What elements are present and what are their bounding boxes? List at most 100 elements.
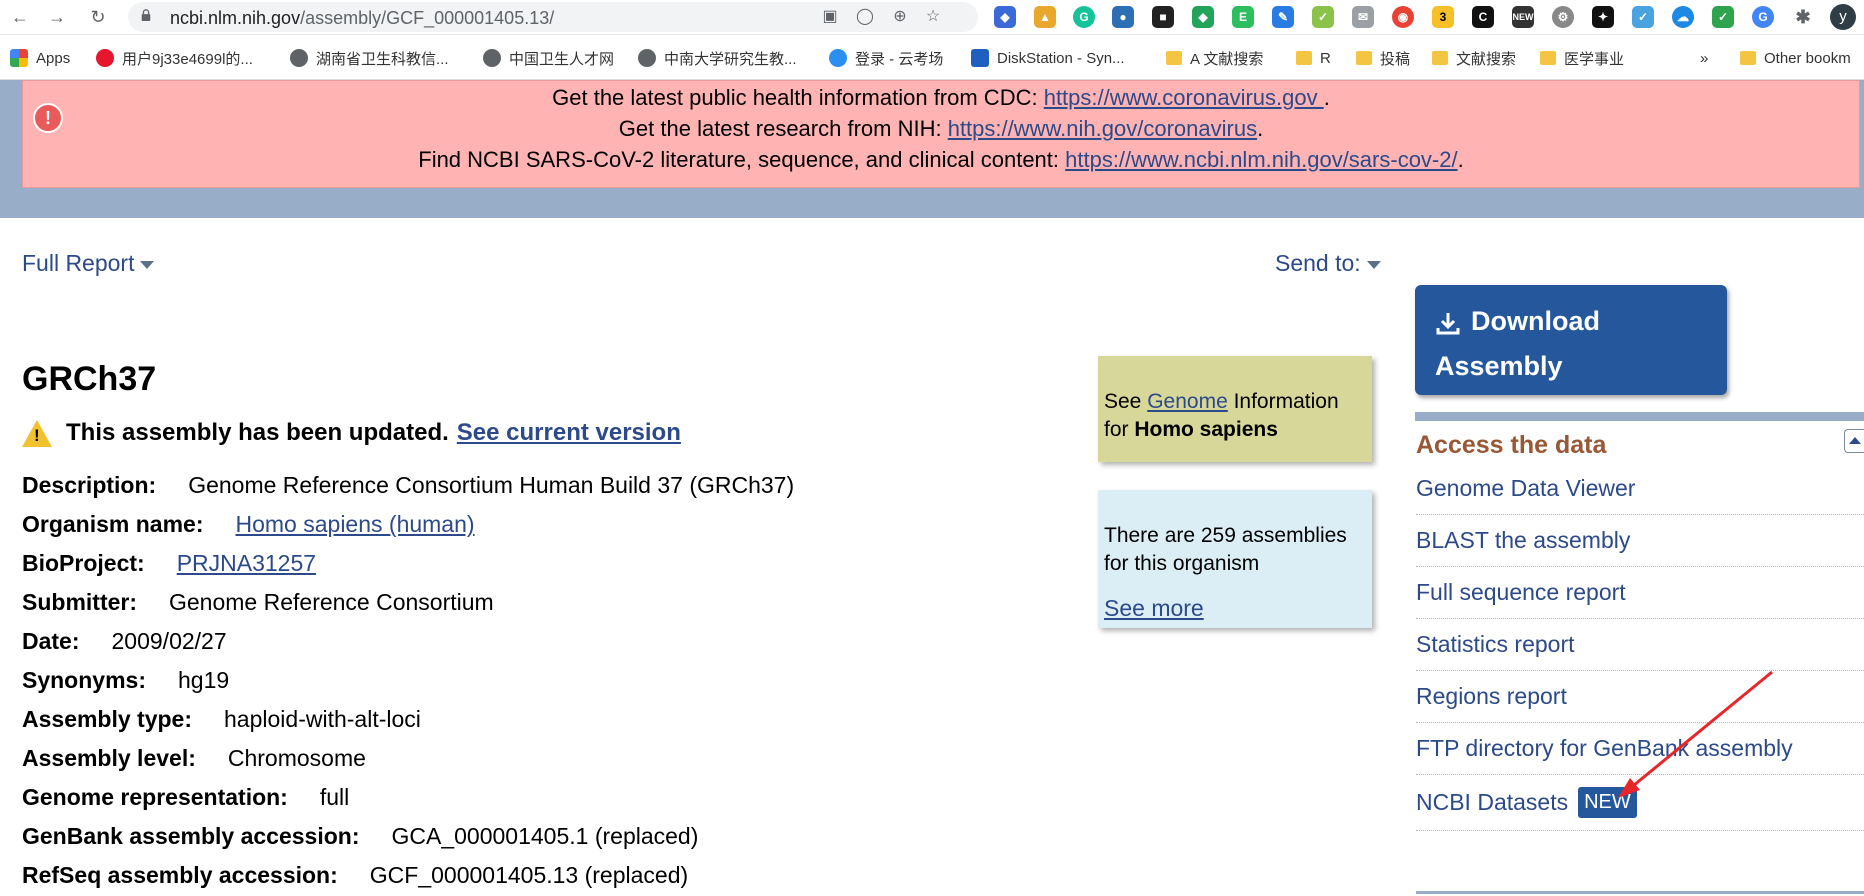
bookmarks-overflow-icon[interactable]: » bbox=[1700, 47, 1708, 69]
cloud-icon bbox=[829, 49, 847, 67]
bookmark-item[interactable]: 中国卫生人才网 bbox=[483, 47, 614, 69]
warning-icon: ! bbox=[22, 419, 52, 447]
folder-icon bbox=[1356, 51, 1372, 65]
new-badge: NEW bbox=[1578, 787, 1637, 818]
link-full-sequence-report[interactable]: Full sequence report bbox=[1416, 567, 1864, 619]
extension-icon[interactable]: ⚙ bbox=[1552, 6, 1574, 28]
report-format-dropdown[interactable]: Full Report bbox=[22, 250, 155, 277]
address-bar[interactable]: ncbi.nlm.nih.gov/assembly/GCF_000001405.… bbox=[128, 2, 978, 32]
organism-link[interactable]: Homo sapiens (human) bbox=[236, 511, 475, 538]
avatar[interactable]: y bbox=[1830, 4, 1856, 30]
collapse-button[interactable] bbox=[1844, 429, 1864, 453]
field-synonyms: Synonyms: hg19 bbox=[22, 667, 230, 693]
bookmark-folder[interactable]: 投稿 bbox=[1356, 47, 1410, 69]
extension-icon[interactable]: 3 bbox=[1432, 6, 1454, 28]
link-ftp-genbank[interactable]: FTP directory for GenBank assembly bbox=[1416, 723, 1864, 775]
bookmark-item[interactable]: 用户9j33e4699l的... bbox=[96, 47, 253, 69]
link-genome-data-viewer[interactable]: Genome Data Viewer bbox=[1416, 463, 1864, 515]
cast-icon[interactable]: ▣ bbox=[820, 7, 840, 27]
update-notice-text: This assembly has been updated. bbox=[66, 419, 449, 446]
bookmark-folder[interactable]: 文献搜索 bbox=[1432, 47, 1516, 69]
bookmark-folder[interactable]: R bbox=[1296, 47, 1331, 69]
sidebar-divider bbox=[1415, 412, 1864, 421]
chrome-icon[interactable]: ◉ bbox=[1392, 6, 1414, 28]
chevron-down-icon bbox=[140, 260, 155, 269]
extension-icon[interactable]: ▲ bbox=[1034, 6, 1056, 28]
update-notice: ! This assembly has been updated. See cu… bbox=[22, 415, 681, 451]
alert-line-nih: Get the latest research from NIH: https:… bbox=[618, 116, 1264, 141]
genome-info-line2: for Homo sapiens bbox=[1104, 418, 1278, 441]
extension-icon[interactable]: ✓ bbox=[1632, 6, 1654, 28]
field-organism: Organism name: Homo sapiens (human) bbox=[22, 511, 475, 538]
bioproject-link[interactable]: PRJNA31257 bbox=[177, 550, 316, 577]
genome-info-box: See Genome Information for Homo sapiens bbox=[1098, 356, 1372, 462]
field-bioproject: BioProject: PRJNA31257 bbox=[22, 550, 317, 577]
genome-link[interactable]: Genome bbox=[1147, 390, 1228, 413]
field-assembly-type: Assembly type: haploid-with-alt-loci bbox=[22, 706, 421, 732]
field-description: Description: Genome Reference Consortium … bbox=[22, 472, 795, 498]
bookmark-item[interactable]: DiskStation - Syn... bbox=[971, 47, 1125, 69]
link-statistics-report[interactable]: Statistics report bbox=[1416, 619, 1864, 671]
assemblies-count-text: There are 259 assemblies for this organi… bbox=[1104, 524, 1347, 575]
extension-icon[interactable]: ◆ bbox=[994, 6, 1016, 28]
back-icon[interactable]: ← bbox=[8, 5, 32, 29]
globe-icon bbox=[290, 49, 308, 67]
bookmark-other[interactable]: Other bookm bbox=[1740, 47, 1851, 69]
cdc-link[interactable]: https://www.coronavirus.gov bbox=[1044, 85, 1324, 110]
link-blast-assembly[interactable]: BLAST the assembly bbox=[1416, 515, 1864, 567]
bookmark-apps[interactable]: Apps bbox=[10, 47, 70, 69]
extension-icon[interactable]: ● bbox=[1112, 6, 1134, 28]
extension-icon[interactable]: ◆ bbox=[1192, 6, 1214, 28]
shield-icon[interactable]: ✓ bbox=[1712, 6, 1734, 28]
alert-line-ncbi: Find NCBI SARS-CoV-2 literature, sequenc… bbox=[418, 147, 1464, 172]
download-assembly-button[interactable]: Download Assembly bbox=[1415, 285, 1727, 395]
url-text: ncbi.nlm.nih.gov/assembly/GCF_000001405.… bbox=[170, 8, 555, 28]
translate-icon[interactable]: ◯ bbox=[855, 7, 875, 27]
weibo-icon bbox=[96, 49, 114, 67]
extension-icon[interactable]: ✎ bbox=[1272, 6, 1294, 28]
access-data-links: Genome Data Viewer BLAST the assembly Fu… bbox=[1416, 463, 1864, 831]
assembly-details: Description: Genome Reference Consortium … bbox=[22, 466, 794, 895]
puzzle-icon[interactable]: ✱ bbox=[1792, 6, 1814, 28]
lock-icon bbox=[141, 9, 151, 21]
reload-icon[interactable]: ↻ bbox=[86, 5, 110, 29]
folder-icon bbox=[1166, 51, 1182, 65]
folder-icon bbox=[1540, 51, 1556, 65]
evernote-icon[interactable]: E bbox=[1232, 6, 1254, 28]
grammarly-icon[interactable]: G bbox=[1073, 6, 1095, 28]
access-data-heading: Access the data bbox=[1416, 431, 1607, 459]
bookmark-star-icon[interactable]: ☆ bbox=[923, 7, 943, 27]
bookmarks-bar: Apps 用户9j33e4699l的... 湖南省卫生科教信... 中国卫生人才… bbox=[0, 35, 1864, 80]
genome-info-line1: See Genome Information bbox=[1104, 390, 1339, 413]
mail-icon[interactable]: ✉ bbox=[1352, 6, 1374, 28]
globe-icon bbox=[638, 49, 656, 67]
bookmark-item[interactable]: 湖南省卫生科教信... bbox=[290, 47, 449, 69]
cloud-icon[interactable]: ☁ bbox=[1672, 6, 1694, 28]
see-more-link[interactable]: See more bbox=[1104, 594, 1204, 622]
extension-icon[interactable]: ✦ bbox=[1592, 6, 1614, 28]
download-icon bbox=[1436, 312, 1460, 335]
link-regions-report[interactable]: Regions report bbox=[1416, 671, 1864, 723]
sars-cov-2-link[interactable]: https://www.ncbi.nlm.nih.gov/sars-cov-2/ bbox=[1065, 147, 1457, 172]
send-to-dropdown[interactable]: Send to: bbox=[1275, 250, 1381, 277]
extension-icon[interactable]: ■ bbox=[1152, 6, 1174, 28]
link-ncbi-datasets[interactable]: NCBI Datasets NEW bbox=[1416, 775, 1864, 831]
folder-icon bbox=[1296, 51, 1312, 65]
extension-icon[interactable]: C bbox=[1472, 6, 1494, 28]
forward-icon[interactable]: → bbox=[45, 5, 69, 29]
field-genbank-accession: GenBank assembly accession: GCA_000001405… bbox=[22, 823, 699, 849]
bookmark-item[interactable]: 中南大学研究生教... bbox=[638, 47, 797, 69]
bookmark-folder[interactable]: A 文献搜索 bbox=[1166, 47, 1263, 69]
chevron-up-icon bbox=[1849, 437, 1861, 444]
bookmark-folder[interactable]: 医学事业 bbox=[1540, 47, 1624, 69]
extension-icon[interactable]: ✓ bbox=[1312, 6, 1334, 28]
current-version-link[interactable]: See current version bbox=[457, 419, 681, 447]
field-genome-representation: Genome representation: full bbox=[22, 784, 350, 810]
bookmark-item[interactable]: 登录 - 云考场 bbox=[829, 47, 943, 69]
nih-link[interactable]: https://www.nih.gov/coronavirus bbox=[948, 116, 1257, 141]
field-refseq-accession: RefSeq assembly accession: GCF_000001405.… bbox=[22, 862, 689, 888]
google-icon[interactable]: G bbox=[1752, 6, 1774, 28]
folder-icon bbox=[1432, 51, 1448, 65]
extension-new-icon[interactable]: NEW bbox=[1512, 6, 1534, 28]
zoom-icon[interactable]: ⊕ bbox=[890, 7, 910, 27]
